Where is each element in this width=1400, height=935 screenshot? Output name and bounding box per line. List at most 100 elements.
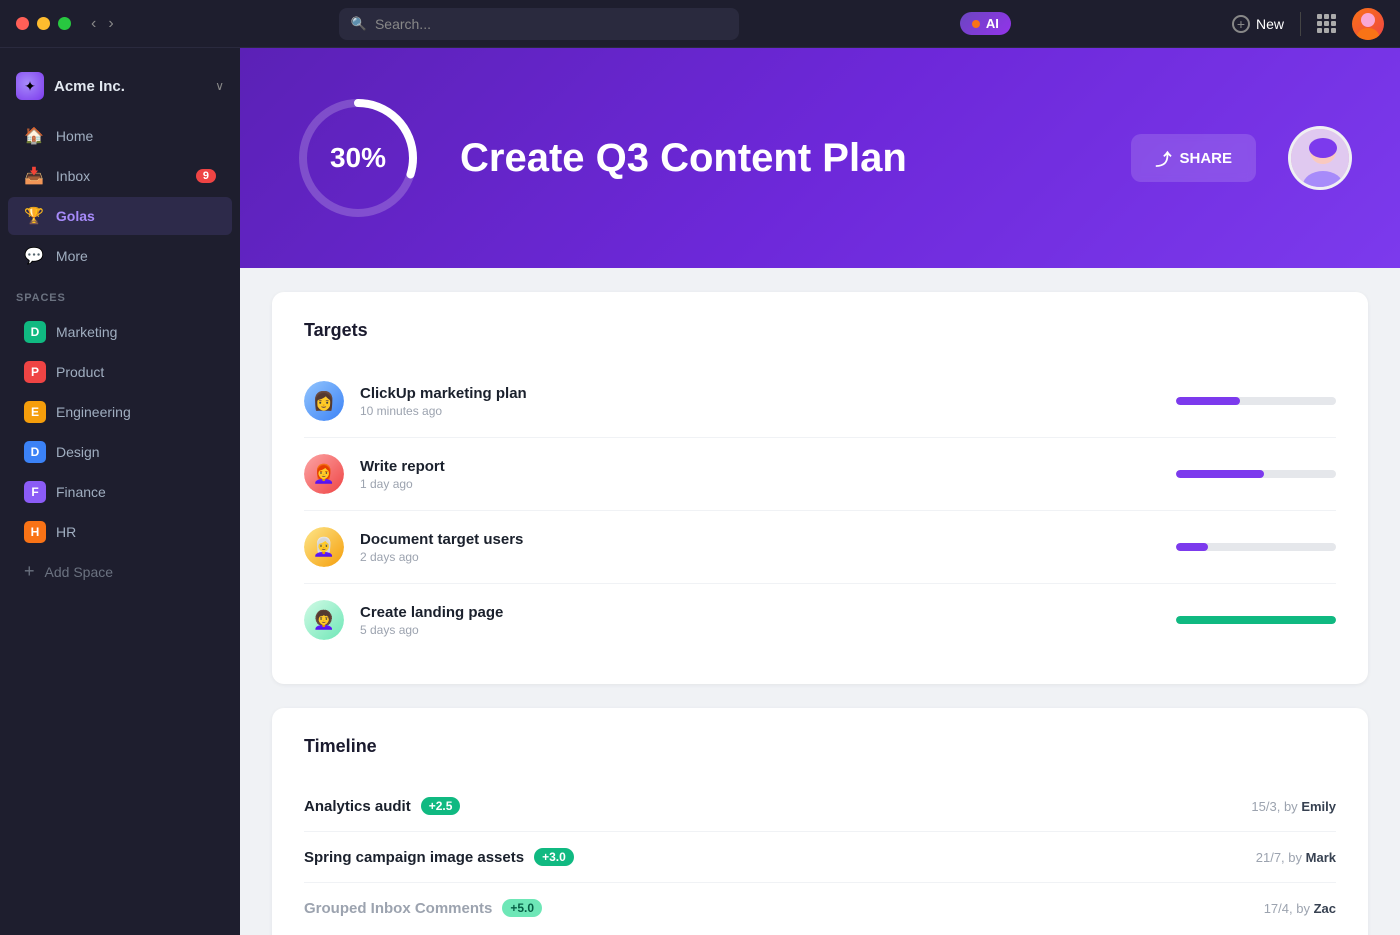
timeline-item-1[interactable]: Analytics audit +2.5 15/3, by Emily bbox=[304, 781, 1336, 832]
search-bar[interactable]: 🔍 Search... bbox=[339, 8, 739, 40]
space-label: Marketing bbox=[56, 324, 117, 340]
target-info-3: Document target users 2 days ago bbox=[360, 531, 1160, 564]
target-time-3: 2 days ago bbox=[360, 550, 1160, 564]
target-time-4: 5 days ago bbox=[360, 623, 1160, 637]
timeline-badge-2: +3.0 bbox=[534, 848, 574, 866]
progress-percent: 30% bbox=[330, 142, 386, 174]
space-dot-design: D bbox=[24, 441, 46, 463]
ai-button[interactable]: AI bbox=[960, 12, 1011, 35]
timeline-person-3: Zac bbox=[1314, 901, 1336, 916]
maximize-window-button[interactable] bbox=[58, 17, 71, 30]
sidebar-item-label: More bbox=[56, 248, 88, 264]
space-finance[interactable]: F Finance bbox=[8, 473, 232, 511]
space-dot-marketing: D bbox=[24, 321, 46, 343]
sidebar-item-home[interactable]: 🏠 Home bbox=[8, 117, 232, 155]
progress-ring: 30% bbox=[288, 88, 428, 228]
sidebar-item-inbox[interactable]: 📥 Inbox 9 bbox=[8, 157, 232, 195]
timeline-badge-1: +2.5 bbox=[421, 797, 461, 815]
back-button[interactable]: ‹ bbox=[87, 13, 100, 35]
workspace-chevron-icon: ∨ bbox=[215, 79, 224, 93]
hero-avatar-image bbox=[1291, 129, 1352, 190]
space-engineering[interactable]: E Engineering bbox=[8, 393, 232, 431]
space-label: HR bbox=[56, 524, 76, 540]
timeline-right-1: 15/3, by Emily bbox=[1251, 799, 1336, 814]
timeline-item-3[interactable]: Grouped Inbox Comments +5.0 17/4, by Zac bbox=[304, 883, 1336, 933]
close-window-button[interactable] bbox=[16, 17, 29, 30]
nav-arrows: ‹ › bbox=[87, 13, 118, 35]
main-layout: ✦ Acme Inc. ∨ 🏠 Home 📥 Inbox 9 🏆 Golas 💬… bbox=[0, 48, 1400, 935]
target-progress-4 bbox=[1176, 616, 1336, 624]
targets-title: Targets bbox=[304, 320, 1336, 341]
target-avatar-4: 👩‍🦱 bbox=[304, 600, 344, 640]
target-info-1: ClickUp marketing plan 10 minutes ago bbox=[360, 385, 1160, 418]
share-label: SHARE bbox=[1179, 150, 1232, 167]
target-item-1[interactable]: 👩 ClickUp marketing plan 10 minutes ago bbox=[304, 365, 1336, 438]
target-avatar-1: 👩 bbox=[304, 381, 344, 421]
window-controls bbox=[16, 17, 71, 30]
hero-title: Create Q3 Content Plan bbox=[460, 136, 1099, 181]
new-label: New bbox=[1256, 16, 1284, 32]
forward-button[interactable]: › bbox=[104, 13, 117, 35]
add-space-label: Add Space bbox=[45, 564, 114, 580]
search-icon: 🔍 bbox=[351, 16, 367, 32]
targets-card: Targets 👩 ClickUp marketing plan 10 minu… bbox=[272, 292, 1368, 684]
timeline-date-2: 21/7, by bbox=[1256, 850, 1302, 865]
target-item-2[interactable]: 👩‍🦰 Write report 1 day ago bbox=[304, 438, 1336, 511]
topbar-divider bbox=[1300, 12, 1301, 36]
goals-icon: 🏆 bbox=[24, 206, 44, 226]
workspace-header[interactable]: ✦ Acme Inc. ∨ bbox=[0, 64, 240, 116]
sidebar-item-label: Inbox bbox=[56, 168, 90, 184]
timeline-badge-3: +5.0 bbox=[502, 899, 542, 917]
target-avatar-3: 👩‍🦳 bbox=[304, 527, 344, 567]
user-avatar[interactable] bbox=[1352, 8, 1384, 40]
ai-dot-icon bbox=[972, 20, 980, 28]
sidebar-item-label: Golas bbox=[56, 208, 95, 224]
target-name-4: Create landing page bbox=[360, 604, 1160, 621]
space-label: Finance bbox=[56, 484, 106, 500]
timeline-item-2[interactable]: Spring campaign image assets +3.0 21/7, … bbox=[304, 832, 1336, 883]
add-space-button[interactable]: + Add Space bbox=[8, 553, 232, 590]
space-dot-product: P bbox=[24, 361, 46, 383]
topbar: ‹ › 🔍 Search... AI + New bbox=[0, 0, 1400, 48]
space-product[interactable]: P Product bbox=[8, 353, 232, 391]
target-time-2: 1 day ago bbox=[360, 477, 1160, 491]
space-hr[interactable]: H HR bbox=[8, 513, 232, 551]
space-dot-hr: H bbox=[24, 521, 46, 543]
timeline-name-3: Grouped Inbox Comments bbox=[304, 900, 492, 917]
content-area: 30% Create Q3 Content Plan ⤴ SHARE bbox=[240, 48, 1400, 935]
share-button[interactable]: ⤴ SHARE bbox=[1131, 134, 1256, 182]
target-progress-1 bbox=[1176, 397, 1336, 405]
target-time-1: 10 minutes ago bbox=[360, 404, 1160, 418]
target-name-2: Write report bbox=[360, 458, 1160, 475]
sidebar-item-more[interactable]: 💬 More bbox=[8, 237, 232, 275]
target-name-3: Document target users bbox=[360, 531, 1160, 548]
sidebar: ✦ Acme Inc. ∨ 🏠 Home 📥 Inbox 9 🏆 Golas 💬… bbox=[0, 48, 240, 935]
inbox-icon: 📥 bbox=[24, 166, 44, 186]
target-item-3[interactable]: 👩‍🦳 Document target users 2 days ago bbox=[304, 511, 1336, 584]
space-marketing[interactable]: D Marketing bbox=[8, 313, 232, 351]
space-dot-finance: F bbox=[24, 481, 46, 503]
space-design[interactable]: D Design bbox=[8, 433, 232, 471]
target-progress-3 bbox=[1176, 543, 1336, 551]
new-button[interactable]: + New bbox=[1232, 15, 1284, 33]
share-icon: ⤴ bbox=[1155, 146, 1171, 170]
timeline-card: Timeline Analytics audit +2.5 15/3, by E… bbox=[272, 708, 1368, 935]
sidebar-item-goals[interactable]: 🏆 Golas bbox=[8, 197, 232, 235]
target-name-1: ClickUp marketing plan bbox=[360, 385, 1160, 402]
timeline-right-3: 17/4, by Zac bbox=[1264, 901, 1336, 916]
grid-menu-icon[interactable] bbox=[1317, 14, 1336, 33]
timeline-date-1: 15/3, by bbox=[1251, 799, 1297, 814]
target-item-4[interactable]: 👩‍🦱 Create landing page 5 days ago bbox=[304, 584, 1336, 656]
timeline-name-2: Spring campaign image assets bbox=[304, 849, 524, 866]
timeline-name-1: Analytics audit bbox=[304, 798, 411, 815]
search-placeholder: Search... bbox=[375, 16, 431, 32]
hero-section: 30% Create Q3 Content Plan ⤴ SHARE bbox=[240, 48, 1400, 268]
timeline-person-1: Emily bbox=[1301, 799, 1336, 814]
space-label: Engineering bbox=[56, 404, 131, 420]
space-label: Product bbox=[56, 364, 104, 380]
minimize-window-button[interactable] bbox=[37, 17, 50, 30]
workspace-logo: ✦ bbox=[16, 72, 44, 100]
topbar-right: + New bbox=[1232, 8, 1384, 40]
sidebar-item-label: Home bbox=[56, 128, 93, 144]
target-info-4: Create landing page 5 days ago bbox=[360, 604, 1160, 637]
